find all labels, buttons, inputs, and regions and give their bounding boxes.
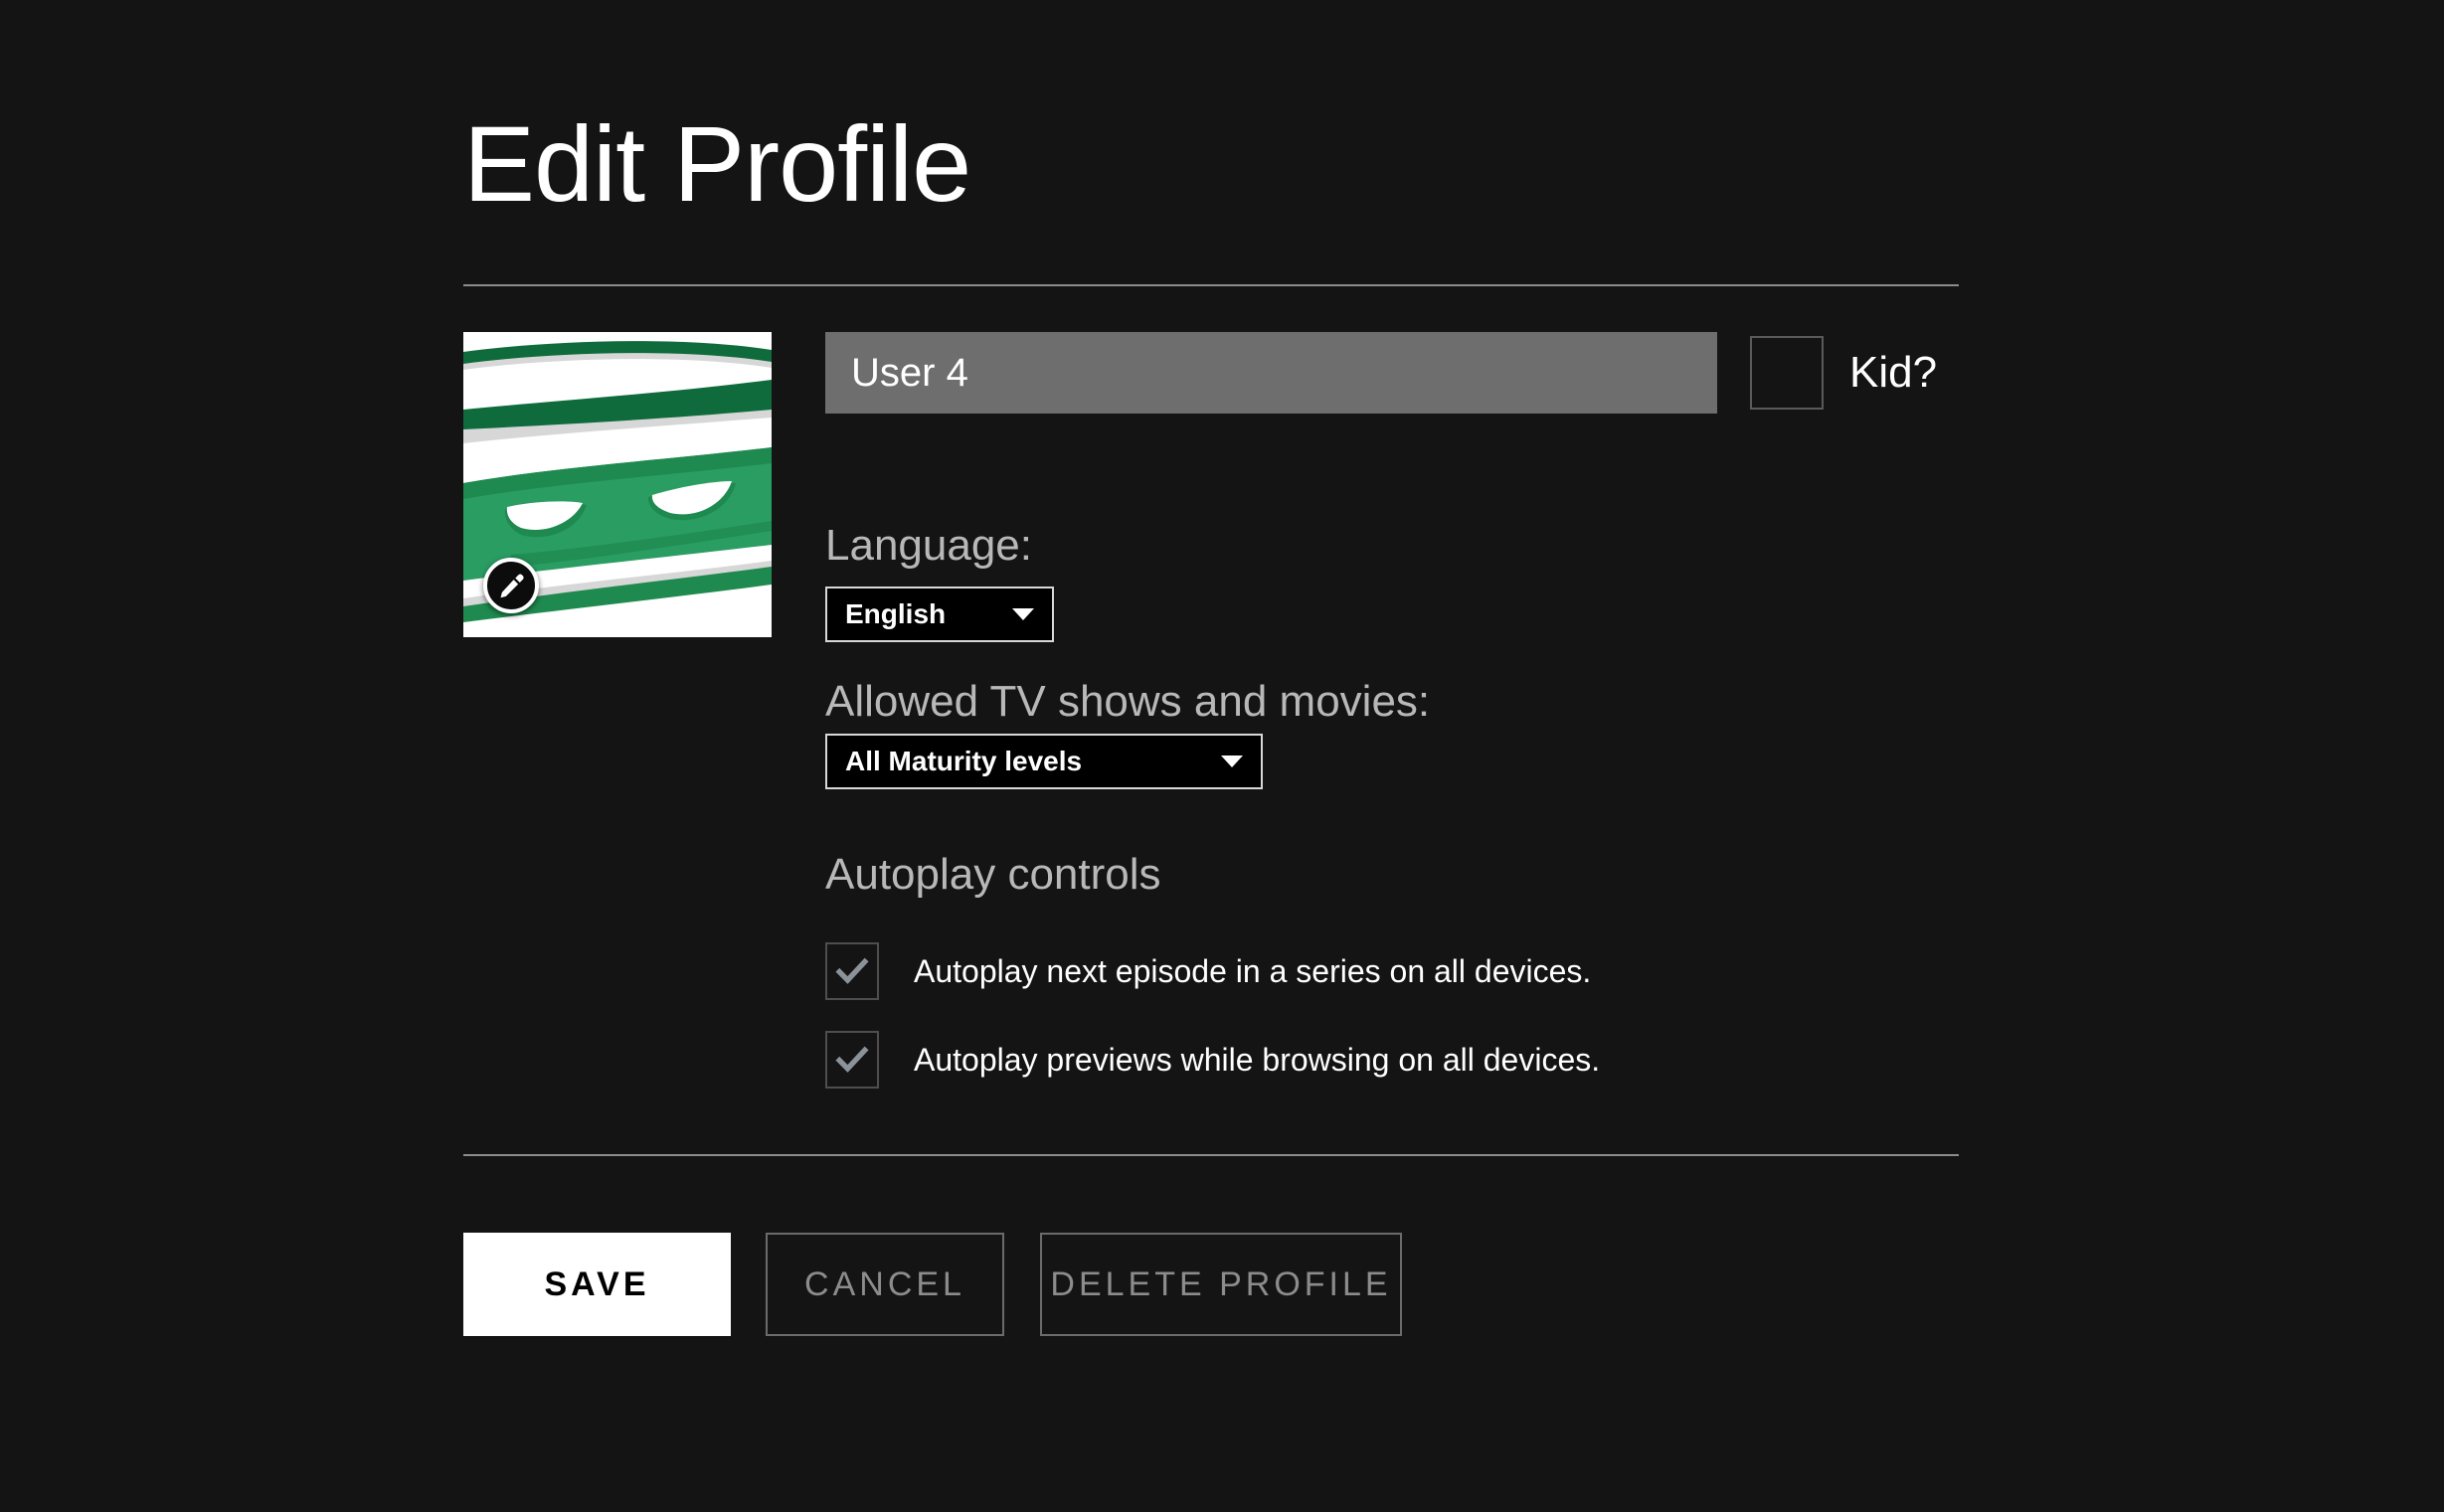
maturity-selected-value: All Maturity levels <box>845 748 1082 775</box>
pencil-icon <box>496 571 526 600</box>
profile-name-input[interactable] <box>825 332 1717 414</box>
autoplay-next-episode-label: Autoplay next episode in a series on all… <box>914 955 1591 987</box>
chevron-down-icon <box>1221 756 1243 767</box>
edit-profile-screen: Edit Profile <box>0 0 2444 1512</box>
autoplay-options: Autoplay next episode in a series on all… <box>825 932 2018 1109</box>
kid-label: Kid? <box>1849 351 1937 395</box>
kid-checkbox-group[interactable]: Kid? <box>1750 332 1937 414</box>
avatar-edit-button[interactable] <box>483 558 539 613</box>
language-selected-value: English <box>845 600 946 628</box>
chevron-down-icon <box>1012 608 1034 620</box>
page-title: Edit Profile <box>463 107 970 220</box>
autoplay-label: Autoplay controls <box>825 853 1161 897</box>
check-icon <box>834 953 870 989</box>
kid-checkbox[interactable] <box>1750 336 1824 410</box>
maturity-label: Allowed TV shows and movies: <box>825 680 1430 724</box>
check-icon <box>834 1042 870 1078</box>
autoplay-previews-checkbox[interactable] <box>825 1031 879 1089</box>
name-row: Kid? <box>825 332 2217 414</box>
autoplay-previews-label: Autoplay previews while browsing on all … <box>914 1044 1600 1076</box>
action-buttons: SAVE CANCEL DELETE PROFILE <box>463 1233 1402 1336</box>
delete-profile-button[interactable]: DELETE PROFILE <box>1040 1233 1402 1336</box>
profile-form: Kid? Language: English Allowed TV shows … <box>825 332 2217 414</box>
autoplay-previews-row[interactable]: Autoplay previews while browsing on all … <box>825 1021 2018 1098</box>
save-button[interactable]: SAVE <box>463 1233 731 1336</box>
autoplay-next-episode-row[interactable]: Autoplay next episode in a series on all… <box>825 932 2018 1010</box>
maturity-select[interactable]: All Maturity levels <box>825 734 1263 789</box>
cancel-button[interactable]: CANCEL <box>766 1233 1004 1336</box>
language-select[interactable]: English <box>825 587 1054 642</box>
profile-avatar[interactable] <box>463 332 772 637</box>
divider-top <box>463 284 1959 286</box>
autoplay-next-episode-checkbox[interactable] <box>825 942 879 1000</box>
divider-bottom <box>463 1154 1959 1156</box>
language-label: Language: <box>825 524 1032 568</box>
